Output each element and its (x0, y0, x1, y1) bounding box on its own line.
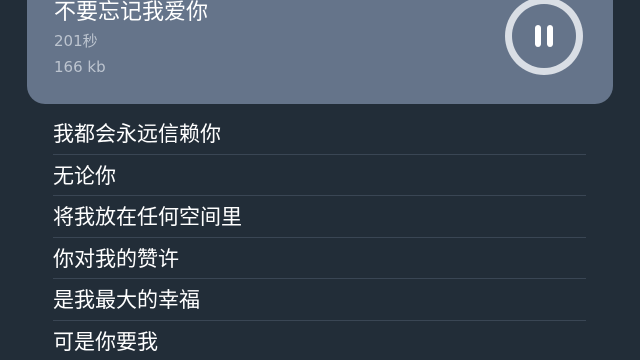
audio-file-size: 166 kb (54, 58, 106, 76)
lyric-text: 你对我的赞许 (53, 246, 179, 271)
chat-screen: 不要忘记我爱你 201秒 166 kb 我都会永远信赖你 无论你 将我放在任何空… (0, 0, 640, 360)
pause-button[interactable] (505, 0, 583, 75)
lyric-text: 我都会永远信赖你 (53, 122, 221, 146)
song-title: 不要忘记我爱你 (54, 0, 209, 25)
lyric-line: 我都会永远信赖你 (53, 113, 586, 155)
lyric-line: 无论你 (53, 155, 586, 196)
lyric-line: 你对我的赞许 (53, 238, 586, 279)
pause-button-inner (512, 4, 576, 68)
lyric-text: 将我放在任何空间里 (53, 205, 242, 229)
audio-duration: 201秒 (54, 32, 98, 50)
audio-message-card[interactable]: 不要忘记我爱你 201秒 166 kb (27, 0, 613, 104)
lyric-line: 将我放在任何空间里 (53, 196, 586, 238)
lyric-text: 可是你要我 (53, 329, 158, 354)
lyrics-list: 我都会永远信赖你 无论你 将我放在任何空间里 你对我的赞许 是我最大的幸福 可是… (53, 113, 586, 360)
lyric-line: 可是你要我 (53, 321, 586, 360)
lyric-line: 是我最大的幸福 (53, 279, 586, 321)
pause-icon (535, 25, 553, 47)
lyric-text: 是我最大的幸福 (53, 288, 200, 312)
lyric-text: 无论你 (53, 163, 116, 188)
